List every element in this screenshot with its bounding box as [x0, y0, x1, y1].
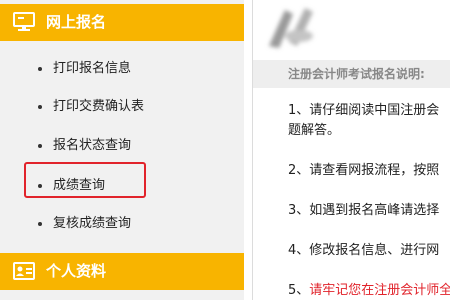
section-title-personal-profile: 个人资料	[46, 262, 107, 280]
notice-item-1: 1、请仔细阅读中国注册会	[288, 103, 440, 118]
notice-item-5: 5、请牢记您在注册会计师全	[288, 281, 450, 300]
notice-item-4: 4、修改报名信息、进行网	[288, 243, 440, 258]
section-header-personal-profile[interactable]: 个人资料	[0, 253, 244, 290]
sidebar-item-score-review-query[interactable]: 复核成绩查询	[0, 212, 244, 236]
sidebar-nav: 网上报名 打印报名信息 打印交费确认表 报名状态查询 成绩查询 复核成绩查询 个…	[0, 0, 244, 300]
notice-item-3: 3、如遇到报名高峰请选择	[288, 203, 440, 218]
bullet	[38, 222, 42, 226]
notice-item-2: 2、请查看网报流程，按照	[288, 163, 440, 178]
sidebar-item-label: 打印报名信息	[53, 61, 132, 76]
notice-title-bar: 注册会计师考试报名说明:	[253, 60, 450, 88]
sidebar-item-registration-status[interactable]: 报名状态查询	[0, 134, 244, 158]
notice-panel: 注册会计师考试报名说明: 1、请仔细阅读中国注册会 题解答。 2、请查看网报流程…	[252, 0, 450, 300]
notice-item-5-text: 请牢记您在注册会计师全	[309, 283, 450, 298]
notice-title: 注册会计师考试报名说明:	[288, 67, 425, 81]
blurred-logo	[269, 8, 313, 48]
sidebar-item-print-registration-info[interactable]: 打印报名信息	[0, 57, 244, 81]
notice-item-1-continued: 题解答。	[288, 123, 341, 138]
bullet	[38, 105, 42, 109]
sidebar-item-label: 报名状态查询	[53, 138, 132, 153]
bullet	[38, 144, 42, 148]
bullet	[38, 67, 42, 71]
highlight-box	[24, 162, 146, 198]
sidebar-item-label: 打印交费确认表	[53, 99, 145, 114]
section-header-online-registration[interactable]: 网上报名	[0, 4, 244, 41]
notice-item-5-number: 5、	[288, 283, 310, 298]
screen: 网上报名 打印报名信息 打印交费确认表 报名状态查询 成绩查询 复核成绩查询 个…	[0, 0, 450, 300]
sidebar-item-print-payment-confirmation[interactable]: 打印交费确认表	[0, 95, 244, 119]
sidebar-item-label: 复核成绩查询	[53, 216, 132, 231]
section-title-online-registration: 网上报名	[46, 13, 107, 31]
id-card-icon	[13, 261, 35, 281]
monitor-icon	[13, 12, 35, 32]
